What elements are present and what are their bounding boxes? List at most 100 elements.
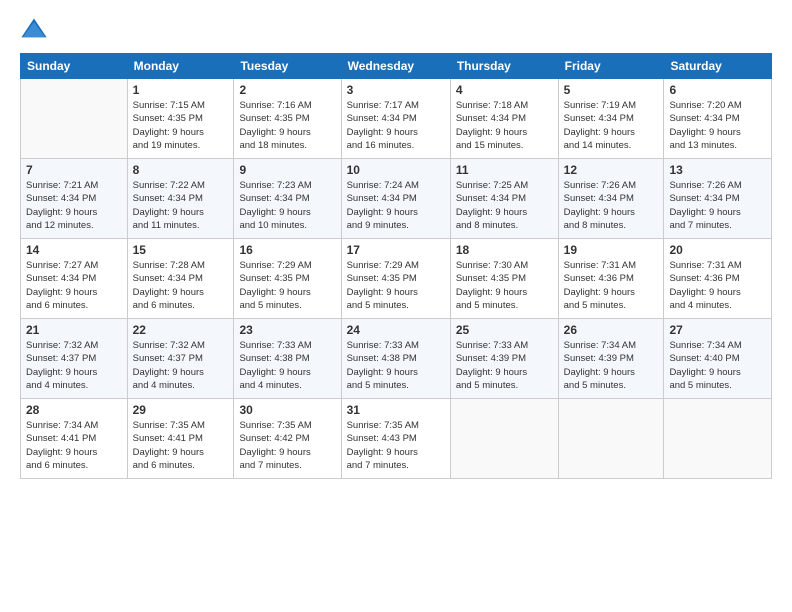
day-number: 25 [456,323,553,337]
day-number: 24 [347,323,445,337]
day-info: Sunrise: 7:30 AMSunset: 4:35 PMDaylight:… [456,259,553,312]
day-info: Sunrise: 7:34 AMSunset: 4:39 PMDaylight:… [564,339,659,392]
calendar-cell: 19 Sunrise: 7:31 AMSunset: 4:36 PMDayligh… [558,239,664,319]
day-number: 12 [564,163,659,177]
calendar-cell: 27Sunrise: 7:34 AMSunset: 4:40 PMDayligh… [664,319,772,399]
calendar-cell: 9 Sunrise: 7:23 AMSunset: 4:34 PMDaylight… [234,159,341,239]
day-number: 28 [26,403,122,417]
calendar-week-row: 14 Sunrise: 7:27 AMSunset: 4:34 PMDayligh… [21,239,772,319]
calendar-cell: 15 Sunrise: 7:28 AMSunset: 4:34 PMDayligh… [127,239,234,319]
day-info: Sunrise: 7:29 AMSunset: 4:35 PMDaylight:… [347,259,445,312]
day-number: 26 [564,323,659,337]
calendar-cell: 1Sunrise: 7:15 AMSunset: 4:35 PMDaylight… [127,79,234,159]
day-number: 16 [239,243,335,257]
day-number: 8 [133,163,229,177]
calendar-cell: 21 Sunrise: 7:32 AMSunset: 4:37 PMDayligh… [21,319,128,399]
weekday-header-monday: Monday [127,54,234,79]
calendar-cell: 31 Sunrise: 7:35 AMSunset: 4:43 PMDayligh… [341,399,450,479]
day-info: Sunrise: 7:31 AMSunset: 4:36 PMDaylight:… [564,259,659,312]
calendar-cell: 14 Sunrise: 7:27 AMSunset: 4:34 PMDayligh… [21,239,128,319]
calendar-cell: 7Sunrise: 7:21 AMSunset: 4:34 PMDaylight… [21,159,128,239]
calendar-cell [664,399,772,479]
day-number: 30 [239,403,335,417]
page-container: SundayMondayTuesdayWednesdayThursdayFrid… [0,0,792,612]
day-info: Sunrise: 7:32 AMSunset: 4:37 PMDaylight:… [133,339,229,392]
day-info: Sunrise: 7:33 AMSunset: 4:38 PMDaylight:… [239,339,335,392]
calendar-cell: 13 Sunrise: 7:26 AMSunset: 4:34 PMDayligh… [664,159,772,239]
day-number: 14 [26,243,122,257]
calendar-cell: 20 Sunrise: 7:31 AMSunset: 4:36 PMDayligh… [664,239,772,319]
calendar-week-row: 21 Sunrise: 7:32 AMSunset: 4:37 PMDayligh… [21,319,772,399]
day-info: Sunrise: 7:27 AMSunset: 4:34 PMDaylight:… [26,259,122,312]
calendar-cell [558,399,664,479]
day-info: Sunrise: 7:20 AMSunset: 4:34 PMDaylight:… [669,99,766,152]
calendar-cell [450,399,558,479]
day-number: 15 [133,243,229,257]
day-info: Sunrise: 7:26 AMSunset: 4:34 PMDaylight:… [564,179,659,232]
day-info: Sunrise: 7:25 AMSunset: 4:34 PMDaylight:… [456,179,553,232]
day-number: 29 [133,403,229,417]
day-number: 21 [26,323,122,337]
day-info: Sunrise: 7:18 AMSunset: 4:34 PMDaylight:… [456,99,553,152]
day-number: 22 [133,323,229,337]
calendar-cell: 11Sunrise: 7:25 AMSunset: 4:34 PMDayligh… [450,159,558,239]
day-info: Sunrise: 7:35 AMSunset: 4:41 PMDaylight:… [133,419,229,472]
day-number: 13 [669,163,766,177]
day-info: Sunrise: 7:31 AMSunset: 4:36 PMDaylight:… [669,259,766,312]
day-info: Sunrise: 7:35 AMSunset: 4:42 PMDaylight:… [239,419,335,472]
calendar-cell: 10 Sunrise: 7:24 AMSunset: 4:34 PMDayligh… [341,159,450,239]
day-number: 6 [669,83,766,97]
day-number: 4 [456,83,553,97]
day-number: 9 [239,163,335,177]
weekday-header-thursday: Thursday [450,54,558,79]
day-number: 20 [669,243,766,257]
day-info: Sunrise: 7:19 AMSunset: 4:34 PMDaylight:… [564,99,659,152]
day-info: Sunrise: 7:28 AMSunset: 4:34 PMDaylight:… [133,259,229,312]
calendar-cell: 28Sunrise: 7:34 AMSunset: 4:41 PMDayligh… [21,399,128,479]
calendar-cell: 12 Sunrise: 7:26 AMSunset: 4:34 PMDayligh… [558,159,664,239]
day-info: Sunrise: 7:16 AMSunset: 4:35 PMDaylight:… [239,99,335,152]
calendar-week-row: 1Sunrise: 7:15 AMSunset: 4:35 PMDaylight… [21,79,772,159]
day-number: 19 [564,243,659,257]
day-info: Sunrise: 7:29 AMSunset: 4:35 PMDaylight:… [239,259,335,312]
day-number: 10 [347,163,445,177]
calendar-cell: 17Sunrise: 7:29 AMSunset: 4:35 PMDayligh… [341,239,450,319]
weekday-header-tuesday: Tuesday [234,54,341,79]
calendar-week-row: 7Sunrise: 7:21 AMSunset: 4:34 PMDaylight… [21,159,772,239]
calendar-header-row: SundayMondayTuesdayWednesdayThursdayFrid… [21,54,772,79]
calendar-cell: 18 Sunrise: 7:30 AMSunset: 4:35 PMDayligh… [450,239,558,319]
day-info: Sunrise: 7:15 AMSunset: 4:35 PMDaylight:… [133,99,229,152]
day-number: 5 [564,83,659,97]
calendar-table: SundayMondayTuesdayWednesdayThursdayFrid… [20,53,772,479]
day-info: Sunrise: 7:23 AMSunset: 4:34 PMDaylight:… [239,179,335,232]
calendar-cell: 29 Sunrise: 7:35 AMSunset: 4:41 PMDayligh… [127,399,234,479]
day-info: Sunrise: 7:34 AMSunset: 4:40 PMDaylight:… [669,339,766,392]
calendar-cell: 5 Sunrise: 7:19 AMSunset: 4:34 PMDaylight… [558,79,664,159]
day-info: Sunrise: 7:33 AMSunset: 4:38 PMDaylight:… [347,339,445,392]
calendar-cell: 4 Sunrise: 7:18 AMSunset: 4:34 PMDaylight… [450,79,558,159]
calendar-cell: 24 Sunrise: 7:33 AMSunset: 4:38 PMDayligh… [341,319,450,399]
day-info: Sunrise: 7:33 AMSunset: 4:39 PMDaylight:… [456,339,553,392]
day-info: Sunrise: 7:17 AMSunset: 4:34 PMDaylight:… [347,99,445,152]
weekday-header-wednesday: Wednesday [341,54,450,79]
day-info: Sunrise: 7:26 AMSunset: 4:34 PMDaylight:… [669,179,766,232]
day-number: 18 [456,243,553,257]
weekday-header-friday: Friday [558,54,664,79]
calendar-cell: 16 Sunrise: 7:29 AMSunset: 4:35 PMDayligh… [234,239,341,319]
calendar-cell: 26 Sunrise: 7:34 AMSunset: 4:39 PMDayligh… [558,319,664,399]
calendar-cell: 30 Sunrise: 7:35 AMSunset: 4:42 PMDayligh… [234,399,341,479]
calendar-cell: 25 Sunrise: 7:33 AMSunset: 4:39 PMDayligh… [450,319,558,399]
calendar-cell: 2Sunrise: 7:16 AMSunset: 4:35 PMDaylight… [234,79,341,159]
day-info: Sunrise: 7:21 AMSunset: 4:34 PMDaylight:… [26,179,122,232]
day-number: 23 [239,323,335,337]
day-info: Sunrise: 7:24 AMSunset: 4:34 PMDaylight:… [347,179,445,232]
calendar-cell [21,79,128,159]
weekday-header-sunday: Sunday [21,54,128,79]
day-number: 31 [347,403,445,417]
day-info: Sunrise: 7:32 AMSunset: 4:37 PMDaylight:… [26,339,122,392]
day-info: Sunrise: 7:22 AMSunset: 4:34 PMDaylight:… [133,179,229,232]
weekday-header-saturday: Saturday [664,54,772,79]
calendar-cell: 23 Sunrise: 7:33 AMSunset: 4:38 PMDayligh… [234,319,341,399]
logo [20,15,52,43]
day-info: Sunrise: 7:35 AMSunset: 4:43 PMDaylight:… [347,419,445,472]
